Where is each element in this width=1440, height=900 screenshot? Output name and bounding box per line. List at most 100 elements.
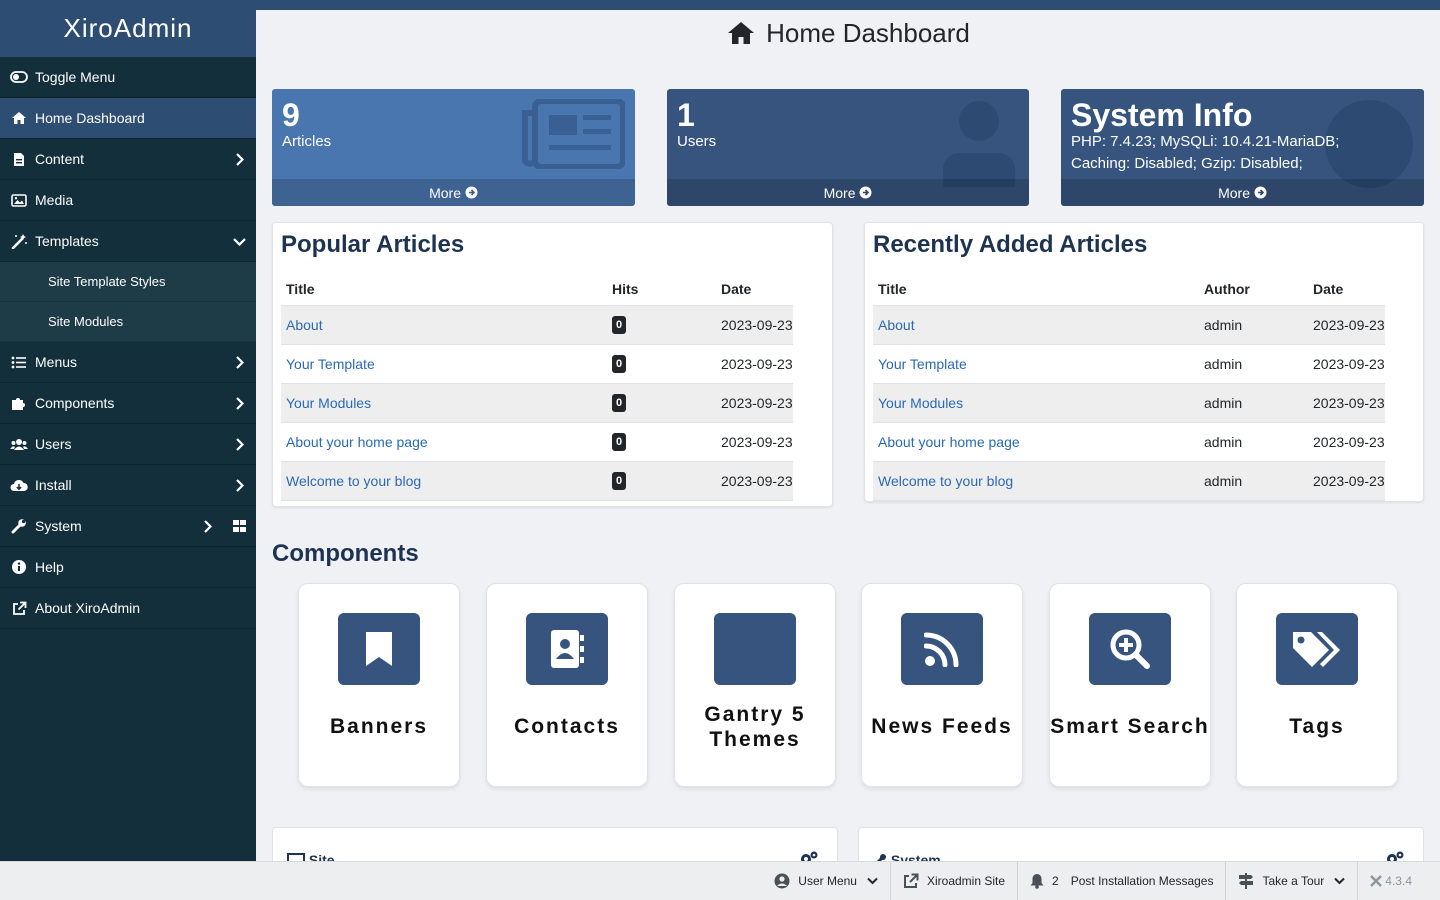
component-label: Smart Search — [1050, 715, 1210, 738]
wrench-icon — [876, 854, 886, 861]
signs-post-icon — [1239, 873, 1254, 889]
list-icon — [10, 353, 28, 371]
image-icon — [10, 191, 28, 209]
chevron-right-icon — [232, 478, 246, 492]
column-header: Title — [281, 273, 607, 306]
sidebar-item-media[interactable]: Media — [0, 180, 256, 221]
arrow-circle-right-icon — [859, 186, 872, 199]
component-label: Contacts — [514, 715, 620, 738]
article-link[interactable]: Your Template — [878, 356, 967, 372]
more-label: More — [1218, 184, 1250, 201]
users-more-link[interactable]: More — [667, 179, 1029, 206]
component-smart-search[interactable]: Smart Search — [1049, 583, 1211, 787]
sidebar-item-home-dashboard[interactable]: Home Dashboard — [0, 98, 256, 139]
take-a-tour[interactable]: Take a Tour — [1226, 861, 1359, 900]
popular-articles-table: Title Hits Date About 0 2023-09-23 Your … — [281, 273, 793, 501]
post-installation-messages[interactable]: 2 Post Installation Messages — [1018, 861, 1227, 900]
sidebar-item-label: Templates — [35, 233, 99, 249]
sidebar-item-site-template-styles[interactable]: Site Template Styles — [0, 262, 256, 302]
chevron-right-icon — [200, 519, 214, 533]
bell-icon — [1030, 874, 1044, 889]
joomla-icon — [1370, 875, 1383, 887]
component-label: Banners — [329, 715, 429, 738]
component-tags[interactable]: Tags — [1236, 583, 1398, 787]
brand-logo[interactable]: XiroAdmin — [0, 0, 256, 57]
sidebar-item-users[interactable]: Users — [0, 424, 256, 465]
date-cell: 2023-09-23 — [1308, 344, 1385, 384]
date-cell: 2023-09-23 — [716, 422, 793, 462]
articles-label: Articles — [282, 133, 332, 150]
site-link-label: Xiroadmin Site — [926, 874, 1006, 888]
article-link[interactable]: About — [286, 317, 323, 333]
sidebar-item-system[interactable]: System — [0, 506, 256, 547]
more-label: More — [823, 184, 856, 201]
hits-badge: 0 — [612, 394, 627, 412]
system-card-title: System — [873, 852, 941, 861]
table-row: About your home page admin 2023-09-23 — [873, 422, 1385, 462]
sidebar-item-help[interactable]: Help — [0, 547, 256, 588]
sidebar-item-site-modules[interactable]: Site Modules — [0, 302, 256, 342]
puzzle-icon — [10, 394, 28, 412]
article-link[interactable]: Your Modules — [878, 395, 963, 411]
main-content: Home Dashboard 9 Articles More 1 Users M… — [256, 10, 1440, 861]
info-icon — [10, 558, 28, 576]
date-cell: 2023-09-23 — [716, 461, 793, 501]
cloud-download-icon — [10, 476, 28, 494]
sidebar-item-label: System — [35, 518, 82, 534]
recent-articles-table: Title Author Date About admin 2023-09-23… — [873, 273, 1385, 501]
column-header: Hits — [607, 273, 716, 306]
component-news-feeds[interactable]: News Feeds — [861, 583, 1023, 787]
gears-icon[interactable] — [799, 850, 819, 861]
external-link-icon — [10, 599, 28, 617]
sidebar-item-menus[interactable]: Menus — [0, 342, 256, 383]
date-cell: 2023-09-23 — [716, 305, 793, 345]
gears-icon[interactable] — [1385, 850, 1405, 861]
system-info-title: System Info — [1071, 97, 1253, 133]
users-stat-card[interactable]: 1 Users More — [667, 89, 1029, 206]
recent-articles-title: Recently Added Articles — [873, 231, 1148, 258]
site-card: Site — [272, 827, 838, 861]
sidebar-item-label: Help — [35, 559, 64, 575]
article-link[interactable]: Your Modules — [286, 395, 371, 411]
external-link-icon — [903, 873, 919, 888]
article-link[interactable]: Welcome to your blog — [286, 473, 421, 489]
articles-more-link[interactable]: More — [272, 179, 635, 206]
component-banners[interactable]: Banners — [298, 583, 460, 787]
table-row: About admin 2023-09-23 — [873, 305, 1385, 345]
component-gantry5-themes[interactable]: Gantry 5 Themes — [674, 583, 836, 787]
sidebar-item-toggle-menu[interactable]: Toggle Menu — [0, 57, 256, 98]
wrench-icon — [10, 517, 28, 535]
users-count: 1 — [677, 97, 695, 133]
blank-tile-icon — [714, 613, 796, 685]
user-circle-icon — [774, 873, 790, 889]
arrow-circle-right-icon — [1254, 186, 1267, 199]
chevron-right-icon — [232, 437, 246, 451]
sidebar-item-label: Home Dashboard — [35, 110, 145, 126]
system-more-link[interactable]: More — [1061, 179, 1424, 206]
rss-icon — [901, 613, 983, 685]
hits-badge: 0 — [612, 355, 627, 373]
article-link[interactable]: About your home page — [878, 434, 1020, 450]
table-row: About 0 2023-09-23 — [281, 305, 793, 345]
sidebar-item-about[interactable]: About XiroAdmin — [0, 588, 256, 629]
dashboard-grid-icon[interactable] — [232, 519, 246, 533]
article-link[interactable]: Welcome to your blog — [878, 473, 1013, 489]
arrow-circle-right-icon — [465, 186, 478, 199]
article-link[interactable]: About your home page — [286, 434, 428, 450]
table-row: Welcome to your blog admin 2023-09-23 — [873, 461, 1385, 501]
date-cell: 2023-09-23 — [1308, 305, 1385, 345]
system-info-card[interactable]: System Info PHP: 7.4.23; MySQLi: 10.4.21… — [1061, 89, 1424, 206]
date-cell: 2023-09-23 — [1308, 461, 1385, 501]
view-site-link[interactable]: Xiroadmin Site — [891, 861, 1019, 900]
component-contacts[interactable]: Contacts — [486, 583, 648, 787]
sidebar-item-components[interactable]: Components — [0, 383, 256, 424]
sidebar-item-install[interactable]: Install — [0, 465, 256, 506]
articles-stat-card[interactable]: 9 Articles More — [272, 89, 635, 206]
chevron-down-icon — [232, 234, 246, 248]
user-menu[interactable]: User Menu — [762, 861, 891, 900]
articles-count: 9 — [282, 97, 300, 133]
sidebar-item-templates[interactable]: Templates — [0, 221, 256, 262]
article-link[interactable]: About — [878, 317, 915, 333]
article-link[interactable]: Your Template — [286, 356, 375, 372]
sidebar-item-content[interactable]: Content — [0, 139, 256, 180]
